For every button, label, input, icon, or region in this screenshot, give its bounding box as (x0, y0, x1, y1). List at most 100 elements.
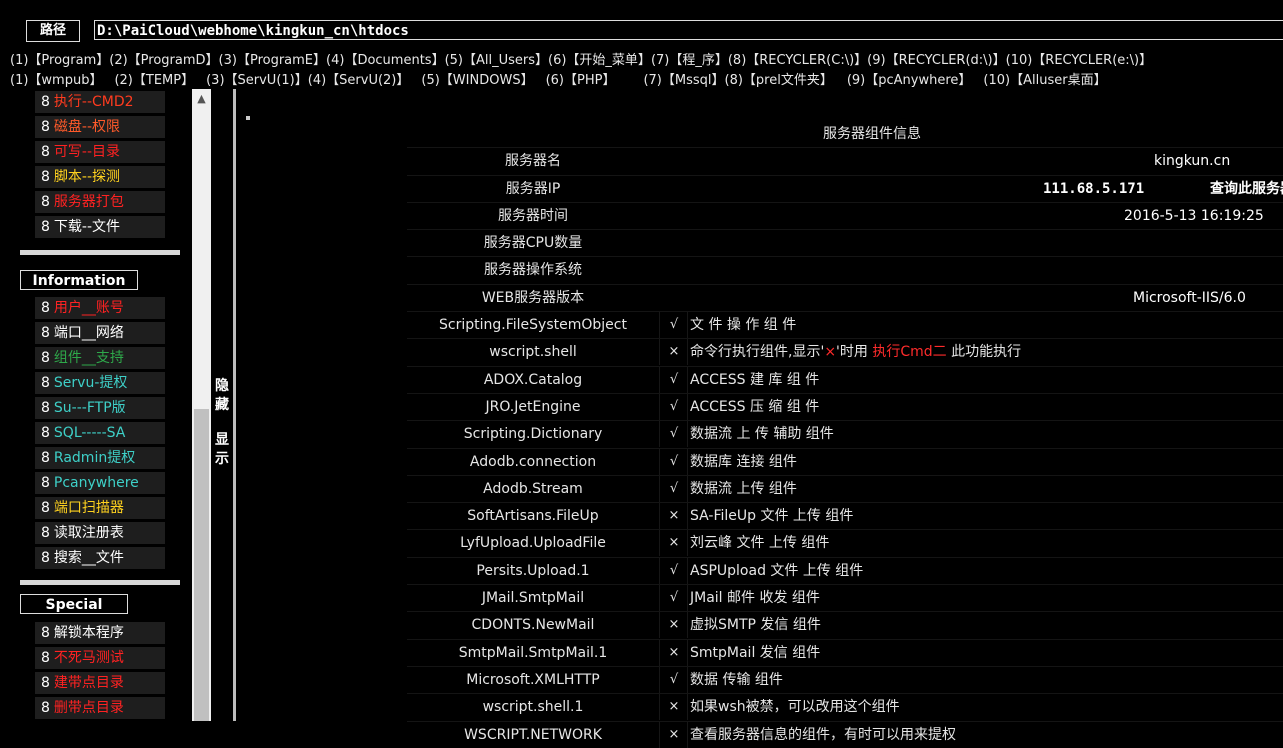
sidebar-scrollbar[interactable]: ▲ (192, 89, 211, 721)
sidebar-menu-item[interactable]: 8 端口__网络 (35, 322, 165, 344)
menu-item-label[interactable]: 服务器打包 (54, 194, 124, 210)
menu-item-label[interactable]: 用户__账号 (54, 300, 124, 316)
quick-link[interactable]: (2)【TEMP】 (114, 73, 194, 88)
component-description: ACCESS 建 库 组 件 (690, 371, 820, 388)
cell-divider (687, 721, 688, 748)
show-char-2[interactable]: 示 (215, 450, 229, 468)
quick-link[interactable]: (9)【RECYCLER(d:\)】 (867, 53, 1005, 68)
menu-item-label[interactable]: SQL-----SA (54, 425, 125, 441)
menu-item-label[interactable]: 磁盘--权限 (54, 119, 120, 135)
query-server-link[interactable]: 查询此服务器 (1210, 176, 1283, 202)
quick-link[interactable]: (7)【程_序】 (651, 53, 728, 68)
cell-divider (687, 339, 688, 366)
menu-item-label[interactable]: 不死马测试 (54, 650, 124, 666)
sidebar-menu-item[interactable]: 8 磁盘--权限 (35, 116, 165, 138)
check-icon: √ (669, 562, 679, 578)
quick-link[interactable]: (10)【Alluser桌面】 (983, 73, 1106, 88)
quick-link[interactable]: (2)【ProgramD】 (109, 53, 218, 68)
menu-item-label[interactable]: Su---FTP版 (54, 400, 126, 416)
quick-link[interactable]: (10)【RECYCLER(e:\)】 (1006, 53, 1152, 68)
menu-item-label[interactable]: 组件__支持 (54, 350, 124, 366)
component-description: 数据 传输 组件 (690, 671, 783, 688)
sidebar-menu-item[interactable]: 8 删带点目录 (35, 697, 165, 719)
description-part: '时用 (836, 344, 873, 361)
menu-item-number: 8 (41, 500, 50, 516)
quick-link[interactable]: (1)【wmpub】 (10, 73, 102, 88)
sidebar-menu-item[interactable]: 8 SQL-----SA (35, 422, 165, 444)
cross-icon: × (668, 508, 680, 524)
sidebar-menu-item[interactable]: 8 读取注册表 (35, 522, 165, 544)
menu-item-number: 8 (41, 475, 50, 491)
quick-link[interactable]: (4)【Documents】 (326, 53, 445, 68)
sidebar-menu-item[interactable]: 8 建带点目录 (35, 672, 165, 694)
table-row: 服务器IP 111.68.5.171 查询此服务器 (407, 174, 1283, 202)
menu-item-label[interactable]: 执行--CMD2 (54, 94, 134, 110)
check-icon: √ (669, 371, 679, 387)
description-part: × (824, 344, 837, 361)
quick-link[interactable]: (6)【PHP】 (546, 73, 616, 88)
menu-item-number: 8 (41, 700, 50, 716)
description-part: 命令行执行组件,显示' (690, 344, 825, 361)
cell-divider (659, 639, 660, 666)
quick-link[interactable]: (6)【开始_菜单】 (548, 53, 651, 68)
menu-item-label[interactable]: 读取注册表 (54, 525, 124, 541)
cell-divider (659, 557, 660, 584)
menu-item-label[interactable]: Servu-提权 (54, 375, 127, 391)
sidebar-menu-item[interactable]: 8 Su---FTP版 (35, 397, 165, 419)
sidebar-menu-item[interactable]: 8 解锁本程序 (35, 622, 165, 644)
menu-item-label[interactable]: 脚本--探测 (54, 169, 120, 185)
sidebar-menu-item[interactable]: 8 Radmin提权 (35, 447, 165, 469)
cell-divider (687, 612, 688, 639)
check-icon: √ (669, 671, 679, 687)
menu-item-label[interactable]: 搜索__文件 (54, 550, 124, 566)
menu-item-label[interactable]: 解锁本程序 (54, 625, 124, 641)
menu-item-label[interactable]: 删带点目录 (54, 700, 124, 716)
hide-char-1[interactable]: 隐 (215, 377, 229, 395)
menu-item-label[interactable]: 建带点目录 (54, 675, 124, 691)
component-name: SmtpMail.SmtpMail.1 (458, 644, 608, 661)
scrollbar-thumb[interactable] (194, 409, 209, 721)
quick-link[interactable]: (8)【RECYCLER(C:\)】 (728, 53, 867, 68)
menu-item-label[interactable]: Pcanywhere (54, 475, 139, 491)
component-description: 数据流 上 传 辅助 组件 (690, 426, 834, 443)
sidebar-menu-item[interactable]: 8 搜索__文件 (35, 547, 165, 569)
chevron-up-icon[interactable]: ▲ (192, 89, 211, 108)
quick-link[interactable]: (8)【prel文件夹】 (725, 73, 833, 88)
cmd2-link[interactable]: 执行Cmd二 (872, 344, 946, 360)
menu-item-number: 8 (41, 194, 50, 210)
quick-link[interactable]: (5)【WINDOWS】 (421, 73, 533, 88)
sidebar-menu-item[interactable]: 8 组件__支持 (35, 347, 165, 369)
menu-item-label[interactable]: 端口__网络 (54, 325, 124, 341)
sidebar-menu-item[interactable]: 8 端口扫描器 (35, 497, 165, 519)
quick-link[interactable]: (7)【Mssql】 (643, 73, 724, 88)
sidebar-menu-item[interactable]: 8 可写--目录 (35, 141, 165, 163)
table-row: WEB服务器版本 Microsoft-IIS/6.0 (407, 283, 1283, 311)
sidebar-menu-item[interactable]: 8 下载--文件 (35, 216, 165, 238)
quick-link[interactable]: (3)【ServU(1)】 (206, 73, 308, 88)
sidebar-menu-item[interactable]: 8 执行--CMD2 (35, 91, 165, 113)
path-input[interactable]: D:\PaiCloud\webhome\kingkun_cn\htdocs (94, 20, 1283, 40)
quick-link[interactable]: (4)【ServU(2)】 (308, 73, 410, 88)
show-char-1[interactable]: 显 (215, 431, 229, 449)
quick-link[interactable]: (5)【All_Users】 (445, 53, 548, 68)
sidebar-menu-item[interactable]: 8 服务器打包 (35, 191, 165, 213)
section-header-information: Information (20, 270, 138, 290)
sidebar-menu-item[interactable]: 8 不死马测试 (35, 647, 165, 669)
sidebar-menu-item[interactable]: 8 用户__账号 (35, 297, 165, 319)
server-time-label: 服务器时间 (498, 207, 568, 224)
hide-char-2[interactable]: 藏 (215, 396, 229, 414)
path-button[interactable]: 路径 (26, 20, 80, 42)
menu-item-label[interactable]: Radmin提权 (54, 450, 135, 466)
quick-link[interactable]: (3)【ProgramE】 (219, 53, 326, 68)
component-description: 查看服务器信息的组件，有时可以用来提权 (690, 726, 956, 743)
menu-item-label[interactable]: 端口扫描器 (54, 500, 124, 516)
hide-show-toggle[interactable]: 隐 藏 显 示 (211, 89, 233, 721)
menu-item-label[interactable]: 下载--文件 (54, 219, 120, 235)
sidebar-menu-item[interactable]: 8 脚本--探测 (35, 166, 165, 188)
cell-divider (659, 339, 660, 366)
quick-link[interactable]: (1)【Program】 (10, 53, 109, 68)
menu-item-label[interactable]: 可写--目录 (54, 144, 120, 160)
quick-link[interactable]: (9)【pcAnywhere】 (847, 73, 972, 88)
sidebar-menu-item[interactable]: 8 Servu-提权 (35, 372, 165, 394)
sidebar-menu-item[interactable]: 8 Pcanywhere (35, 472, 165, 494)
